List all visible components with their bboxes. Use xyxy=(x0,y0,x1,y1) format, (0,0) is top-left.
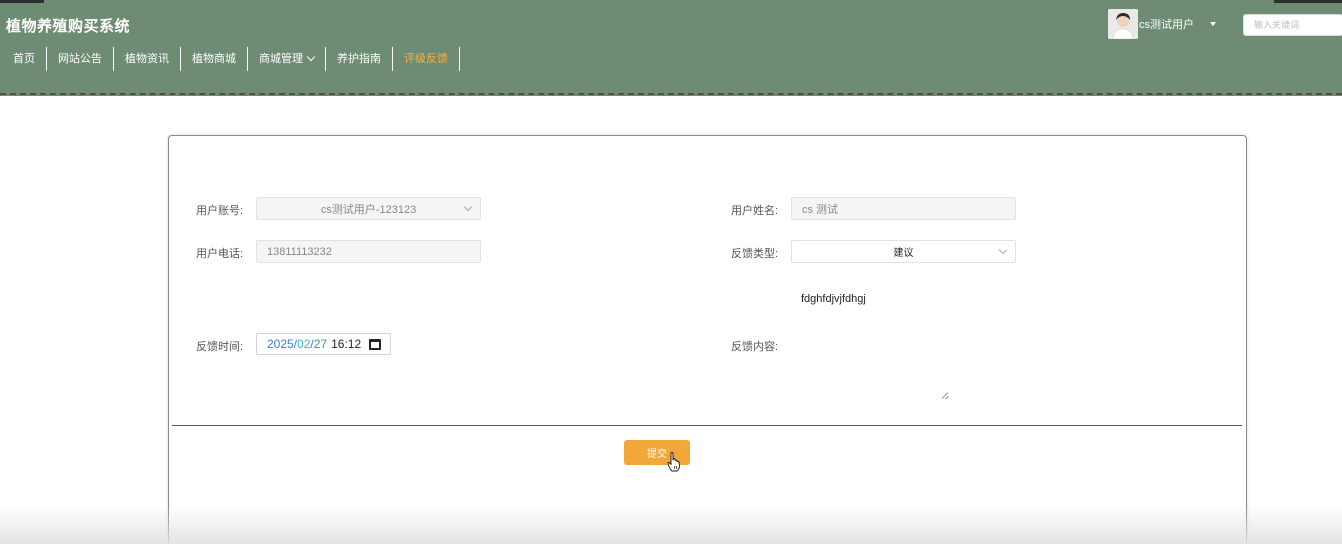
feedback-content-value: fdghfdjvjfdhgj xyxy=(801,293,866,305)
nav-item-announcements[interactable]: 网站公告 xyxy=(47,47,114,71)
time-year: 2025 xyxy=(267,337,294,351)
form-divider xyxy=(172,425,1242,426)
time-day: 27 xyxy=(313,337,328,351)
nav-item-care-guide[interactable]: 养护指南 xyxy=(326,47,393,71)
hand-cursor-icon xyxy=(667,452,680,472)
avatar xyxy=(1108,9,1138,39)
nav-item-plant-shop[interactable]: 植物商城 xyxy=(181,47,248,71)
search-input[interactable] xyxy=(1243,14,1342,36)
nav-item-shop-management[interactable]: 商城管理 xyxy=(248,47,326,71)
time-clock: 16:12 xyxy=(331,337,362,351)
name-label: 用户姓名: xyxy=(731,205,779,217)
name-field[interactable]: cs 测试 xyxy=(791,197,1016,220)
nav-item-plant-news[interactable]: 植物资讯 xyxy=(114,47,181,71)
feedback-type-select[interactable]: 建议 xyxy=(791,240,1016,263)
nav-item-feedback[interactable]: 评级反馈 xyxy=(393,47,460,71)
chevron-down-icon xyxy=(306,52,316,62)
nav-item-label: 评级反馈 xyxy=(404,53,448,65)
phone-label: 用户电话: xyxy=(196,248,244,260)
chevron-down-icon xyxy=(998,245,1008,255)
header-divider xyxy=(0,93,1342,95)
account-select[interactable]: cs测试用户-123123 xyxy=(256,197,481,220)
nav-item-label: 植物商城 xyxy=(192,53,236,65)
name-value: cs 测试 xyxy=(802,203,839,216)
site-title: 植物养殖购买系统 xyxy=(6,18,131,35)
feedback-type-value: 建议 xyxy=(893,248,914,259)
header-bar: 植物养殖购买系统 首页 网站公告 植物资讯 植物商城 商城管理 养护指南 评级反… xyxy=(0,0,1342,96)
nav-item-label: 商城管理 xyxy=(259,53,303,65)
user-name: cs测试用户 xyxy=(1139,19,1194,31)
chevron-down-icon xyxy=(463,202,473,212)
nav-item-label: 首页 xyxy=(13,53,35,65)
calendar-icon[interactable] xyxy=(369,339,381,350)
content-label: 反馈内容: xyxy=(731,341,779,353)
main-nav: 首页 网站公告 植物资讯 植物商城 商城管理 养护指南 评级反馈 xyxy=(0,47,460,71)
time-month: 02 xyxy=(297,337,311,351)
user-menu[interactable]: cs测试用户 xyxy=(1108,9,1216,39)
nav-item-home[interactable]: 首页 xyxy=(0,47,47,71)
nav-item-label: 植物资讯 xyxy=(125,53,169,65)
time-label: 反馈时间: xyxy=(196,341,244,353)
resize-handle-icon[interactable] xyxy=(941,391,949,399)
feedback-time-input[interactable]: 2025/02/27 16:12 xyxy=(256,333,391,355)
top-strip xyxy=(0,0,44,3)
nav-item-label: 网站公告 xyxy=(58,53,102,65)
top-strip xyxy=(1274,0,1342,3)
caret-down-icon xyxy=(1210,22,1216,26)
phone-value: 13811113232 xyxy=(267,245,332,258)
account-label: 用户账号: xyxy=(196,205,244,217)
nav-item-label: 养护指南 xyxy=(337,53,381,65)
account-value: cs测试用户-123123 xyxy=(320,203,417,216)
type-label: 反馈类型: xyxy=(731,248,779,260)
phone-field[interactable]: 13811113232 xyxy=(256,240,481,263)
